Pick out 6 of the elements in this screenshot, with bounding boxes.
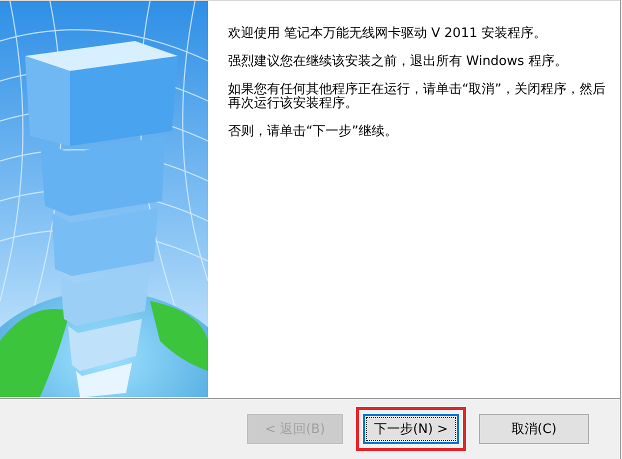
welcome-text: 如果您有任何其他程序正在运行，请单击“取消”，关闭程序，然后再次运行该安装程序。 — [228, 83, 606, 111]
welcome-text: 欢迎使用 笔记本万能无线网卡驱动 V 2011 安装程序。 — [228, 27, 548, 41]
wizard-button[interactable]: 取消(C) — [479, 414, 589, 444]
wizard-button[interactable]: 下一步(N) > — [363, 414, 459, 444]
welcome-text: 否则，请单击“下一步”继续。 — [228, 125, 398, 139]
welcome-text: 强烈建议您在继续该安装之前，退出所有 Windows 程序。 — [228, 55, 568, 69]
